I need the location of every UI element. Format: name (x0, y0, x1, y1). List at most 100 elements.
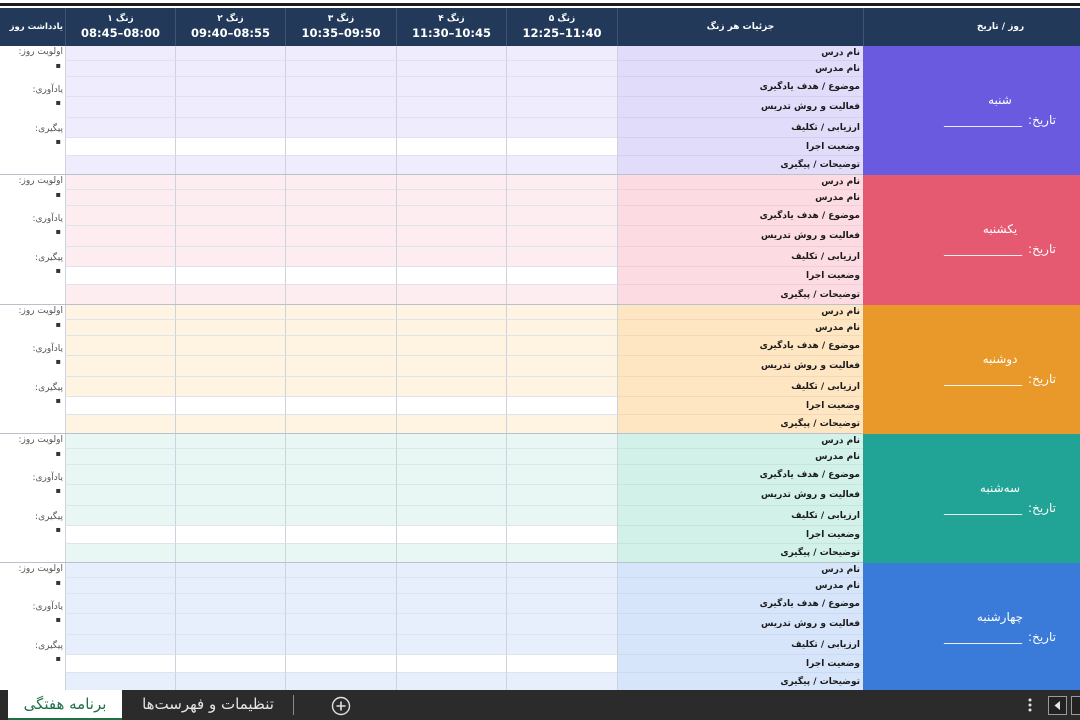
lesson-cell[interactable] (285, 356, 396, 377)
lesson-cell[interactable] (506, 485, 617, 506)
lesson-cell[interactable] (285, 449, 396, 465)
lesson-cell[interactable] (506, 118, 617, 138)
sheet-tab-weekly-schedule[interactable]: برنامه هفتگی (8, 690, 122, 720)
lesson-cell[interactable] (65, 506, 175, 526)
lesson-cell[interactable] (175, 377, 285, 397)
lesson-cell[interactable] (285, 97, 396, 118)
day-cell[interactable]: چهارشنبه تاریخ: _____________ (863, 563, 1080, 691)
lesson-cell[interactable] (285, 635, 396, 655)
lesson-cell[interactable] (396, 46, 506, 61)
lesson-cell[interactable] (175, 397, 285, 415)
lesson-cell[interactable] (396, 61, 506, 77)
lesson-cell[interactable] (285, 614, 396, 635)
lesson-cell[interactable] (65, 77, 175, 97)
lesson-cell[interactable] (396, 190, 506, 206)
lesson-cell[interactable] (506, 544, 617, 563)
lesson-cell[interactable] (175, 247, 285, 267)
lesson-cell[interactable] (65, 614, 175, 635)
lesson-cell[interactable] (396, 97, 506, 118)
lesson-cell[interactable] (396, 655, 506, 673)
lesson-cell[interactable] (285, 563, 396, 578)
lesson-cell[interactable] (285, 655, 396, 673)
lesson-cell[interactable] (65, 190, 175, 206)
lesson-cell[interactable] (65, 377, 175, 397)
lesson-cell[interactable] (285, 77, 396, 97)
lesson-cell[interactable] (506, 465, 617, 485)
date-input-blank[interactable]: _____________ (944, 242, 1022, 256)
lesson-cell[interactable] (396, 305, 506, 320)
lesson-cell[interactable] (396, 285, 506, 305)
lesson-cell[interactable] (506, 635, 617, 655)
lesson-cell[interactable] (65, 397, 175, 415)
lesson-cell[interactable] (396, 578, 506, 594)
lesson-cell[interactable] (396, 465, 506, 485)
lesson-cell[interactable] (65, 267, 175, 285)
lesson-cell[interactable] (506, 449, 617, 465)
lesson-cell[interactable] (65, 544, 175, 563)
date-input-blank[interactable]: _____________ (944, 501, 1022, 515)
lesson-cell[interactable] (396, 485, 506, 506)
lesson-cell[interactable] (65, 61, 175, 77)
lesson-cell[interactable] (506, 285, 617, 305)
lesson-cell[interactable] (396, 320, 506, 336)
lesson-cell[interactable] (65, 285, 175, 305)
lesson-cell[interactable] (285, 578, 396, 594)
lesson-cell[interactable] (396, 156, 506, 175)
lesson-cell[interactable] (175, 226, 285, 247)
lesson-cell[interactable] (396, 247, 506, 267)
lesson-cell[interactable] (65, 563, 175, 578)
lesson-cell[interactable] (65, 415, 175, 434)
lesson-cell[interactable] (396, 434, 506, 449)
lesson-cell[interactable] (506, 563, 617, 578)
lesson-cell[interactable] (396, 397, 506, 415)
lesson-cell[interactable] (175, 138, 285, 156)
lesson-cell[interactable] (175, 46, 285, 61)
day-cell[interactable]: شنبه تاریخ: _____________ (863, 46, 1080, 175)
lesson-cell[interactable] (65, 118, 175, 138)
lesson-cell[interactable] (285, 485, 396, 506)
lesson-cell[interactable] (175, 156, 285, 175)
lesson-cell[interactable] (65, 46, 175, 61)
lesson-cell[interactable] (285, 118, 396, 138)
lesson-cell[interactable] (175, 175, 285, 190)
lesson-cell[interactable] (506, 156, 617, 175)
lesson-cell[interactable] (285, 377, 396, 397)
lesson-cell[interactable] (175, 415, 285, 434)
lesson-cell[interactable] (506, 594, 617, 614)
lesson-cell[interactable] (175, 563, 285, 578)
lesson-cell[interactable] (396, 526, 506, 544)
sheet-tab-settings-lists[interactable]: تنظیمات و فهرست‌ها (126, 690, 290, 718)
date-input-blank[interactable]: _____________ (944, 372, 1022, 386)
lesson-cell[interactable] (65, 138, 175, 156)
lesson-cell[interactable] (506, 506, 617, 526)
lesson-cell[interactable] (396, 226, 506, 247)
lesson-cell[interactable] (396, 594, 506, 614)
day-notes-cell[interactable]: اولویت روز: ▪ یادآوری: ▪ پیگیری: ▪ (0, 175, 65, 305)
lesson-cell[interactable] (506, 190, 617, 206)
lesson-cell[interactable] (285, 305, 396, 320)
lesson-cell[interactable] (175, 673, 285, 691)
lesson-cell[interactable] (396, 336, 506, 356)
lesson-cell[interactable] (65, 655, 175, 673)
lesson-cell[interactable] (506, 655, 617, 673)
lesson-cell[interactable] (396, 377, 506, 397)
more-options-button[interactable] (1026, 697, 1034, 713)
lesson-cell[interactable] (175, 485, 285, 506)
lesson-cell[interactable] (175, 578, 285, 594)
lesson-cell[interactable] (396, 206, 506, 226)
lesson-cell[interactable] (396, 356, 506, 377)
lesson-cell[interactable] (506, 247, 617, 267)
lesson-cell[interactable] (285, 544, 396, 563)
lesson-cell[interactable] (285, 526, 396, 544)
date-input-blank[interactable]: _____________ (944, 113, 1022, 127)
lesson-cell[interactable] (65, 673, 175, 691)
lesson-cell[interactable] (175, 118, 285, 138)
lesson-cell[interactable] (396, 415, 506, 434)
day-cell[interactable]: سه‌شنبه تاریخ: _____________ (863, 434, 1080, 563)
lesson-cell[interactable] (175, 61, 285, 77)
lesson-cell[interactable] (506, 336, 617, 356)
lesson-cell[interactable] (506, 267, 617, 285)
lesson-cell[interactable] (175, 635, 285, 655)
lesson-cell[interactable] (65, 336, 175, 356)
lesson-cell[interactable] (396, 449, 506, 465)
